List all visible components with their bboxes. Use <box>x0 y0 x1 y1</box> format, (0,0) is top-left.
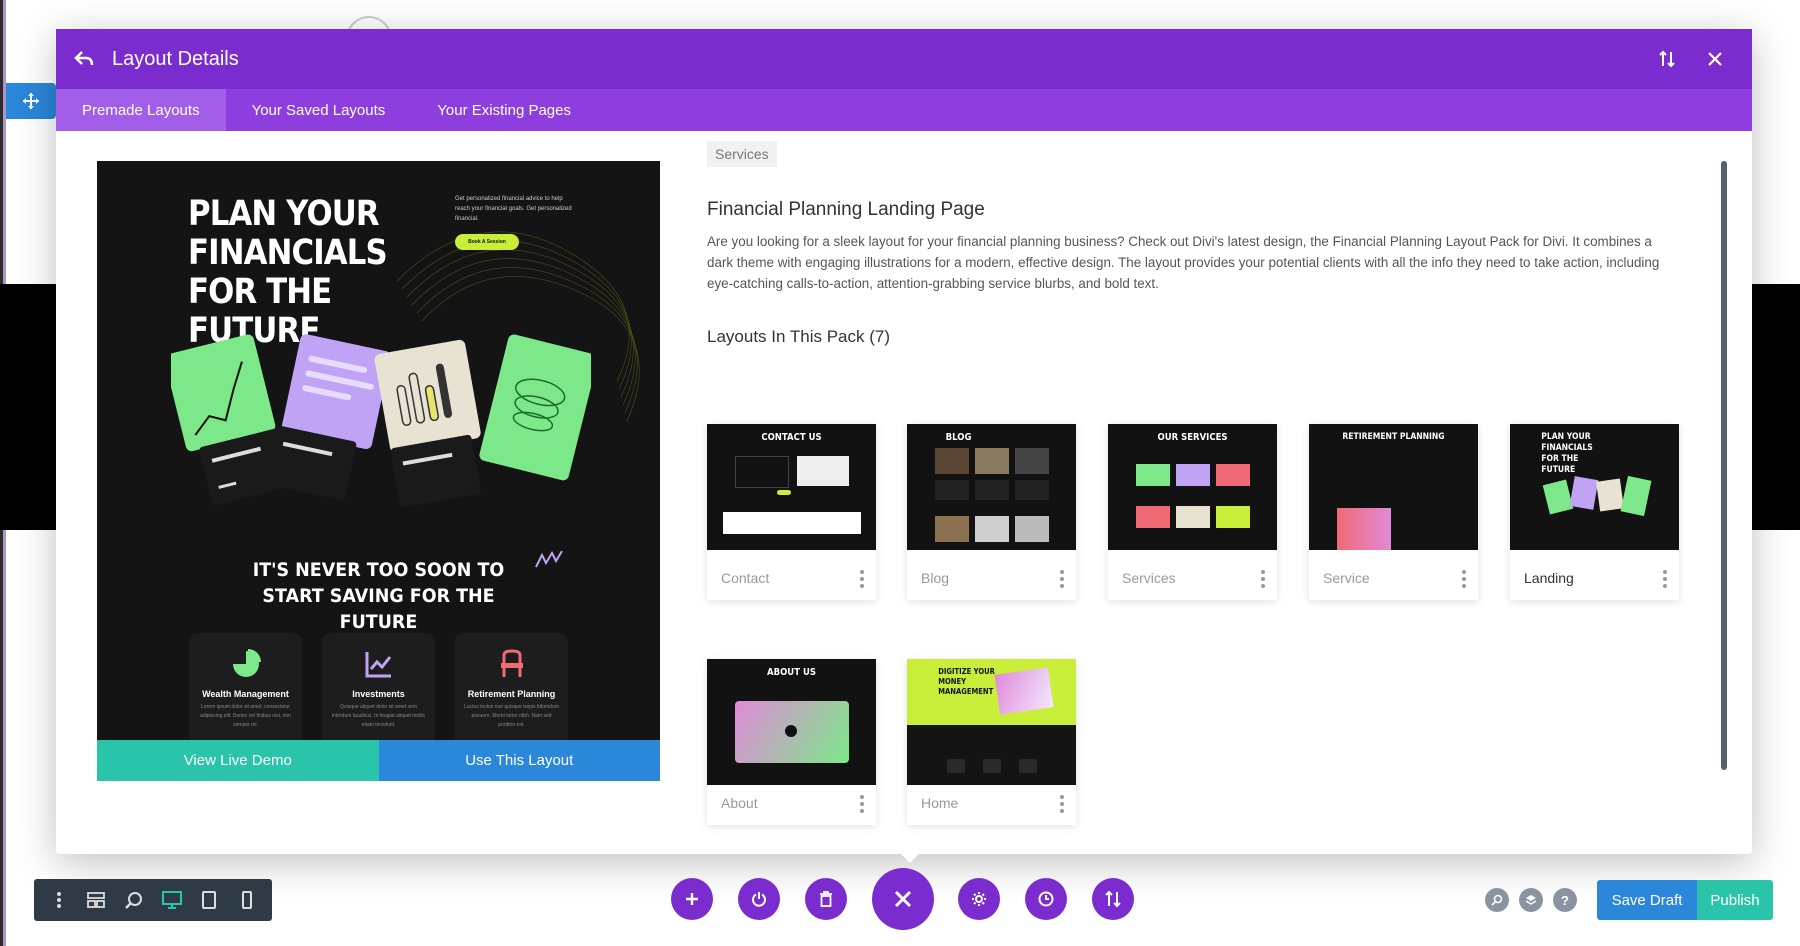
layout-thumb-home[interactable]: DIGITIZE YOUR MONEY MANAGEMENT Home <box>907 659 1076 825</box>
more-options-icon[interactable] <box>1060 570 1064 588</box>
help-icon[interactable]: ? <box>1553 888 1577 912</box>
preview-cta-button: Book A Session <box>455 234 519 250</box>
wireframe-view-icon[interactable] <box>85 889 107 911</box>
modal-tabs: Premade Layouts Your Saved Layouts Your … <box>56 89 1752 131</box>
line-chart-icon <box>322 649 435 679</box>
more-options-icon[interactable] <box>860 570 864 588</box>
trash-icon[interactable] <box>805 878 847 920</box>
more-vertical-icon[interactable] <box>48 889 70 911</box>
tab-existing-pages[interactable]: Your Existing Pages <box>411 89 597 131</box>
layout-thumb-blog[interactable]: BLOG Blog <box>907 424 1076 600</box>
portability-arrows-icon[interactable] <box>1092 878 1134 920</box>
layout-title: Financial Planning Landing Page <box>707 199 985 220</box>
scrollbar[interactable] <box>1721 161 1727 770</box>
close-builder-icon[interactable] <box>872 868 934 930</box>
view-toolbar <box>34 879 272 921</box>
layout-thumb-about[interactable]: ABOUT US About <box>707 659 876 825</box>
preview-service-investments: Investments Quisque aliquet dolor sit am… <box>322 633 435 753</box>
layout-thumb-contact[interactable]: CONTACT US Contact <box>707 424 876 600</box>
publish-button[interactable]: Publish <box>1697 880 1773 920</box>
more-options-icon[interactable] <box>1663 570 1667 588</box>
layers-icon[interactable] <box>1519 888 1543 912</box>
preview-service-wealth: Wealth Management Lorem ipsum dolor sit … <box>189 633 302 753</box>
preview-service-retirement: Retirement Planning Luctus lectus non qu… <box>455 633 568 753</box>
preview-cards-illustration <box>171 334 591 507</box>
layout-details-modal: Layout Details Premade Layouts Your Save… <box>56 29 1752 854</box>
add-icon[interactable] <box>671 878 713 920</box>
category-badge[interactable]: Services <box>707 141 777 167</box>
more-options-icon[interactable] <box>1462 570 1466 588</box>
view-live-demo-button[interactable]: View Live Demo <box>97 740 379 781</box>
zoom-icon[interactable] <box>123 889 145 911</box>
modal-header: Layout Details <box>56 29 1752 89</box>
right-tools: ? <box>1485 888 1577 912</box>
section-move-handle[interactable] <box>6 83 56 119</box>
save-draft-button[interactable]: Save Draft <box>1597 880 1697 920</box>
background-section-left <box>0 284 56 530</box>
phone-view-icon[interactable] <box>236 889 258 911</box>
pack-heading: Layouts In This Pack (7) <box>707 327 890 346</box>
background-section-right <box>1750 284 1800 530</box>
use-this-layout-button[interactable]: Use This Layout <box>378 740 660 781</box>
preview-headline: PLAN YOUR FINANCIALS FOR THE FUTURE <box>188 194 388 351</box>
more-options-icon[interactable] <box>1060 795 1064 813</box>
more-options-icon[interactable] <box>1261 570 1265 588</box>
more-options-icon[interactable] <box>860 795 864 813</box>
power-icon[interactable] <box>738 878 780 920</box>
modal-title: Layout Details <box>112 47 239 70</box>
layout-thumb-services[interactable]: OUR SERVICES Services <box>1108 424 1277 600</box>
back-arrow-icon[interactable] <box>74 49 94 69</box>
close-icon[interactable] <box>1704 48 1726 70</box>
layout-thumb-service[interactable]: RETIREMENT PLANNING Service <box>1309 424 1478 600</box>
settings-gear-icon[interactable] <box>958 878 1000 920</box>
preview-intro-text: Get personalized financial advice to hel… <box>455 196 572 222</box>
sort-arrows-icon[interactable] <box>1656 48 1678 70</box>
arrows-decoration-icon <box>535 551 563 568</box>
search-icon[interactable] <box>1485 888 1509 912</box>
pie-chart-icon <box>189 649 302 679</box>
layout-thumb-landing[interactable]: PLAN YOUR FINANCIALS FOR THE FUTURE Land… <box>1510 424 1679 600</box>
tab-premade-layouts[interactable]: Premade Layouts <box>56 89 226 131</box>
tablet-view-icon[interactable] <box>198 889 220 911</box>
desktop-view-icon[interactable] <box>161 889 183 911</box>
history-clock-icon[interactable] <box>1025 878 1067 920</box>
chair-icon <box>455 649 568 679</box>
tab-saved-layouts[interactable]: Your Saved Layouts <box>226 89 412 131</box>
move-icon <box>23 93 39 109</box>
layout-detail-panel: Services Financial Planning Landing Page… <box>707 141 1732 347</box>
layout-description: Are you looking for a sleek layout for y… <box>707 234 1660 291</box>
layout-preview: PLAN YOUR FINANCIALS FOR THE FUTURE Get … <box>97 161 660 781</box>
modal-pointer <box>900 853 920 863</box>
